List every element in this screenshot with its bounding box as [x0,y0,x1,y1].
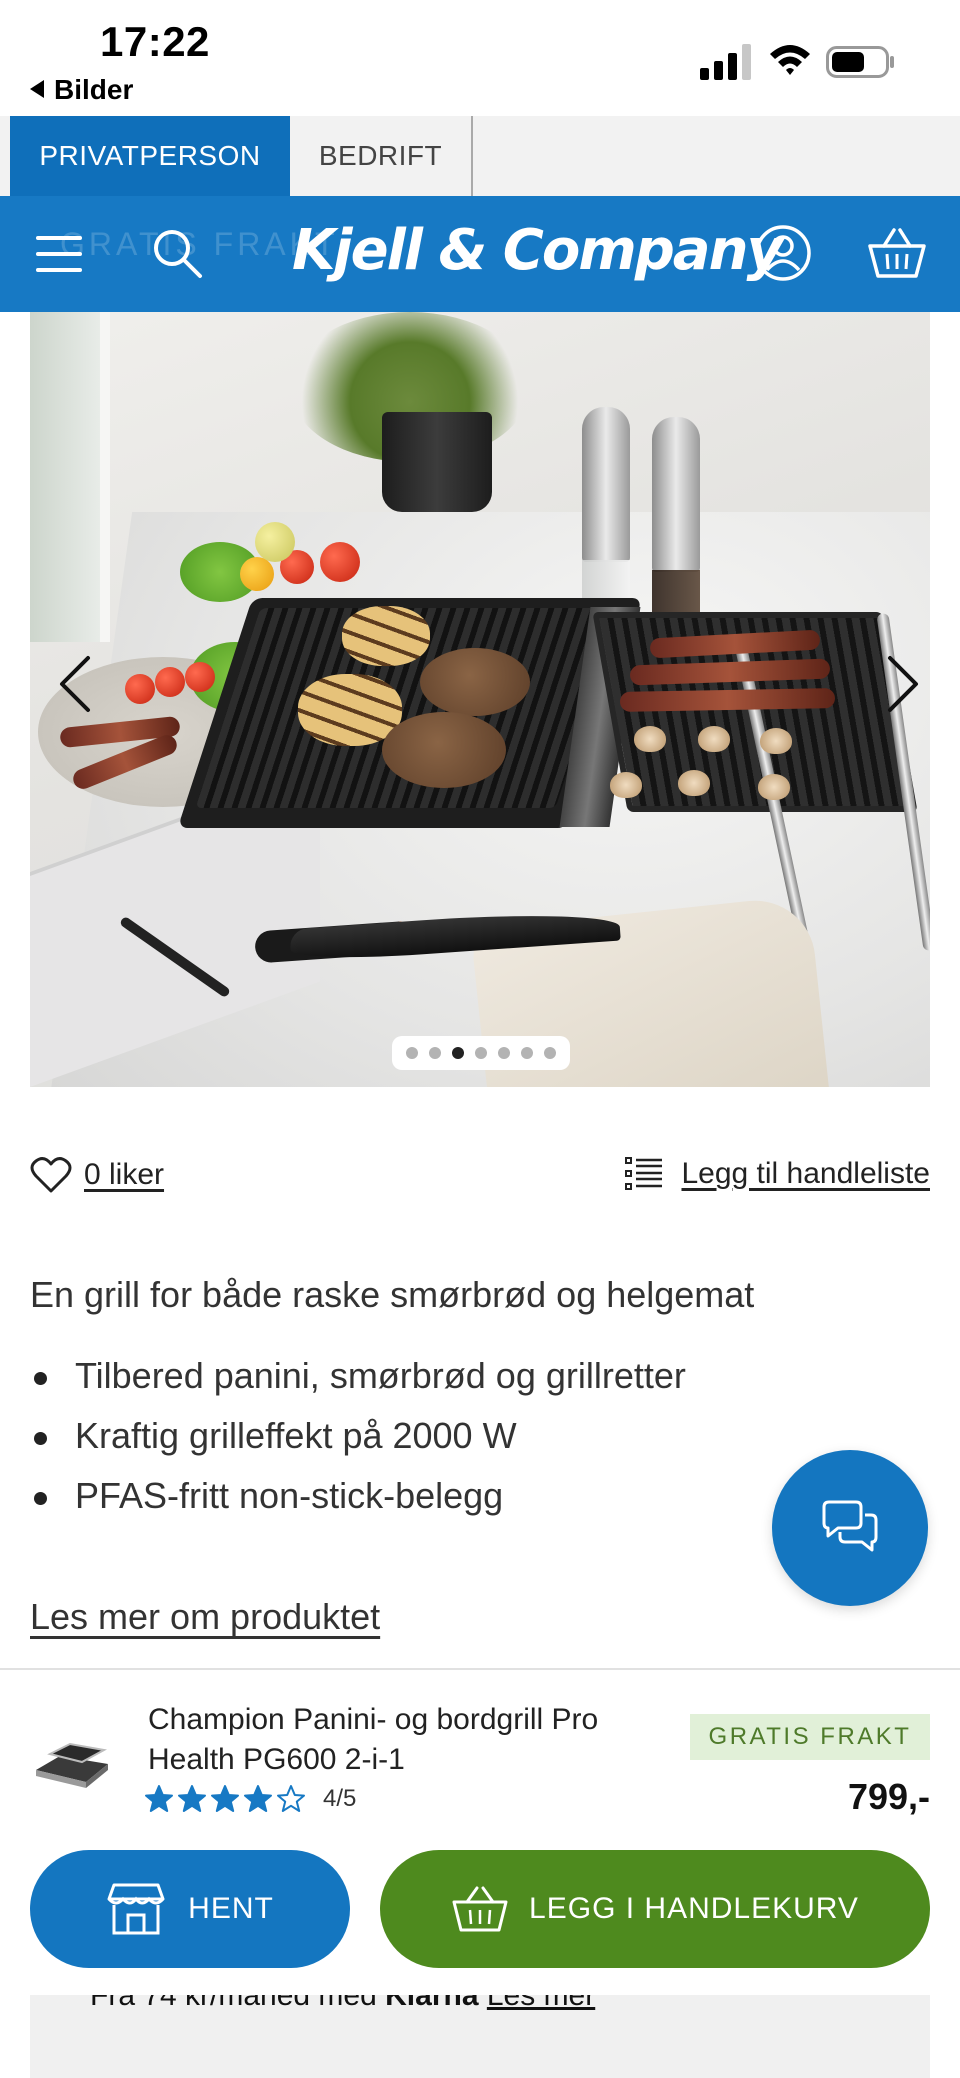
pickup-button[interactable]: HENT [30,1850,350,1968]
menu-icon[interactable] [36,234,82,274]
back-app-label: Bilder [54,74,134,105]
image-tomato-slice [155,667,185,697]
add-to-cart-button[interactable]: LEGG I HANDLEKURV [380,1850,930,1968]
cart-icon[interactable] [866,224,928,282]
add-to-list-label[interactable]: Legg til handleliste [681,1157,930,1191]
image-mushroom [634,726,666,752]
store-icon [107,1883,165,1935]
klarna-financing: Fra 74 kr/måned med Klarna Les mer [30,1995,930,2078]
gallery-pagination [392,1036,570,1070]
image-burger-patty [382,712,506,788]
feature-item: Tilbered panini, smørbrød og grillretter [30,1346,686,1406]
product-rating[interactable]: 4/5 [144,1784,356,1814]
rating-text: 4/5 [323,1785,357,1812]
image-tomato [320,542,360,582]
product-thumbnail[interactable] [30,1734,114,1798]
battery-icon [826,46,894,78]
gallery-dot[interactable] [498,1047,510,1059]
image-lime [255,522,295,562]
back-triangle-icon [30,80,44,98]
image-pepper-mill [582,407,630,562]
free-shipping-badge: GRATIS FRAKT [690,1714,930,1760]
image-halloumi [342,606,430,666]
chevron-right-icon[interactable] [872,644,930,724]
image-salt-mill [652,417,700,572]
image-mushroom [698,726,730,752]
status-bar: 17:22 Bilder [0,0,960,116]
product-image-gallery[interactable] [30,312,930,1087]
gallery-dot[interactable] [521,1047,533,1059]
like-count[interactable]: 0 liker [84,1158,164,1192]
product-name: Champion Panini- og bordgrill Pro Health… [148,1703,599,1776]
product-actions: 0 liker Legg til handleliste [30,1156,930,1204]
gallery-dot[interactable] [475,1047,487,1059]
image-bacon [619,688,836,712]
star-icon [211,1785,239,1812]
star-icon [277,1785,305,1812]
chat-icon [822,1500,878,1552]
tab-bedrift[interactable]: BEDRIFT [290,116,473,196]
rating-stars [144,1784,306,1814]
site-header: GRATIS FRAKT Kjell & Company [0,196,960,312]
klarna-read-more-link[interactable]: Les mer [487,1995,595,2012]
chat-button[interactable] [772,1450,928,1606]
image-mushroom [760,728,792,754]
star-icon [244,1785,272,1812]
customer-type-tabs: PRIVATPERSON BEDRIFT [0,116,960,196]
image-mushroom [610,772,642,798]
add-to-cart-label: LEGG I HANDLEKURV [529,1892,859,1925]
chevron-left-icon[interactable] [46,644,106,724]
image-plant-pot [382,412,492,512]
image-mushroom [678,770,710,796]
gallery-dot[interactable] [544,1047,556,1059]
feature-item: Kraftig grilleffekt på 2000 W [30,1406,686,1466]
user-icon[interactable] [754,224,812,282]
gallery-dot[interactable] [429,1047,441,1059]
signal-icon [700,44,751,80]
feature-item: PFAS-fritt non-stick-belegg [30,1466,686,1526]
add-to-shopping-list-button[interactable]: Legg til handleliste [625,1156,930,1192]
back-to-app-link[interactable]: Bilder [30,74,133,106]
star-icon [145,1785,173,1812]
product-price: 799,- [847,1776,930,1817]
wifi-icon [770,45,810,75]
feature-list: Tilbered panini, smørbrød og grillretter… [30,1346,686,1526]
klarna-logo: Klarna [385,1995,479,2012]
kjell-company-logo[interactable]: Kjell & Company [292,218,783,283]
like-button[interactable]: 0 liker [30,1156,164,1194]
klarna-prefix: Fra 74 kr/måned med [90,1995,377,2012]
product-tagline: En grill for både raske smørbrød og helg… [30,1274,755,1315]
sticky-purchase-bar: Champion Panini- og bordgrill Pro Health… [0,1668,960,2078]
pickup-label: HENT [188,1892,274,1925]
image-tomato-slice [125,674,155,704]
read-more-link[interactable]: Les mer om produktet [30,1596,380,1638]
basket-icon [452,1886,508,1932]
gallery-dot[interactable] [452,1047,464,1059]
image-pepper [240,557,274,591]
image-mushroom [758,774,790,800]
tab-privatperson[interactable]: PRIVATPERSON [10,116,290,196]
image-burger-patty [420,648,530,716]
image-tomato-slice [185,662,215,692]
list-icon [625,1157,663,1190]
heart-icon [30,1157,72,1193]
star-icon [178,1785,206,1812]
search-icon[interactable] [150,226,206,282]
gallery-dot[interactable] [406,1047,418,1059]
image-window [30,312,110,642]
status-time: 17:22 [100,18,210,65]
